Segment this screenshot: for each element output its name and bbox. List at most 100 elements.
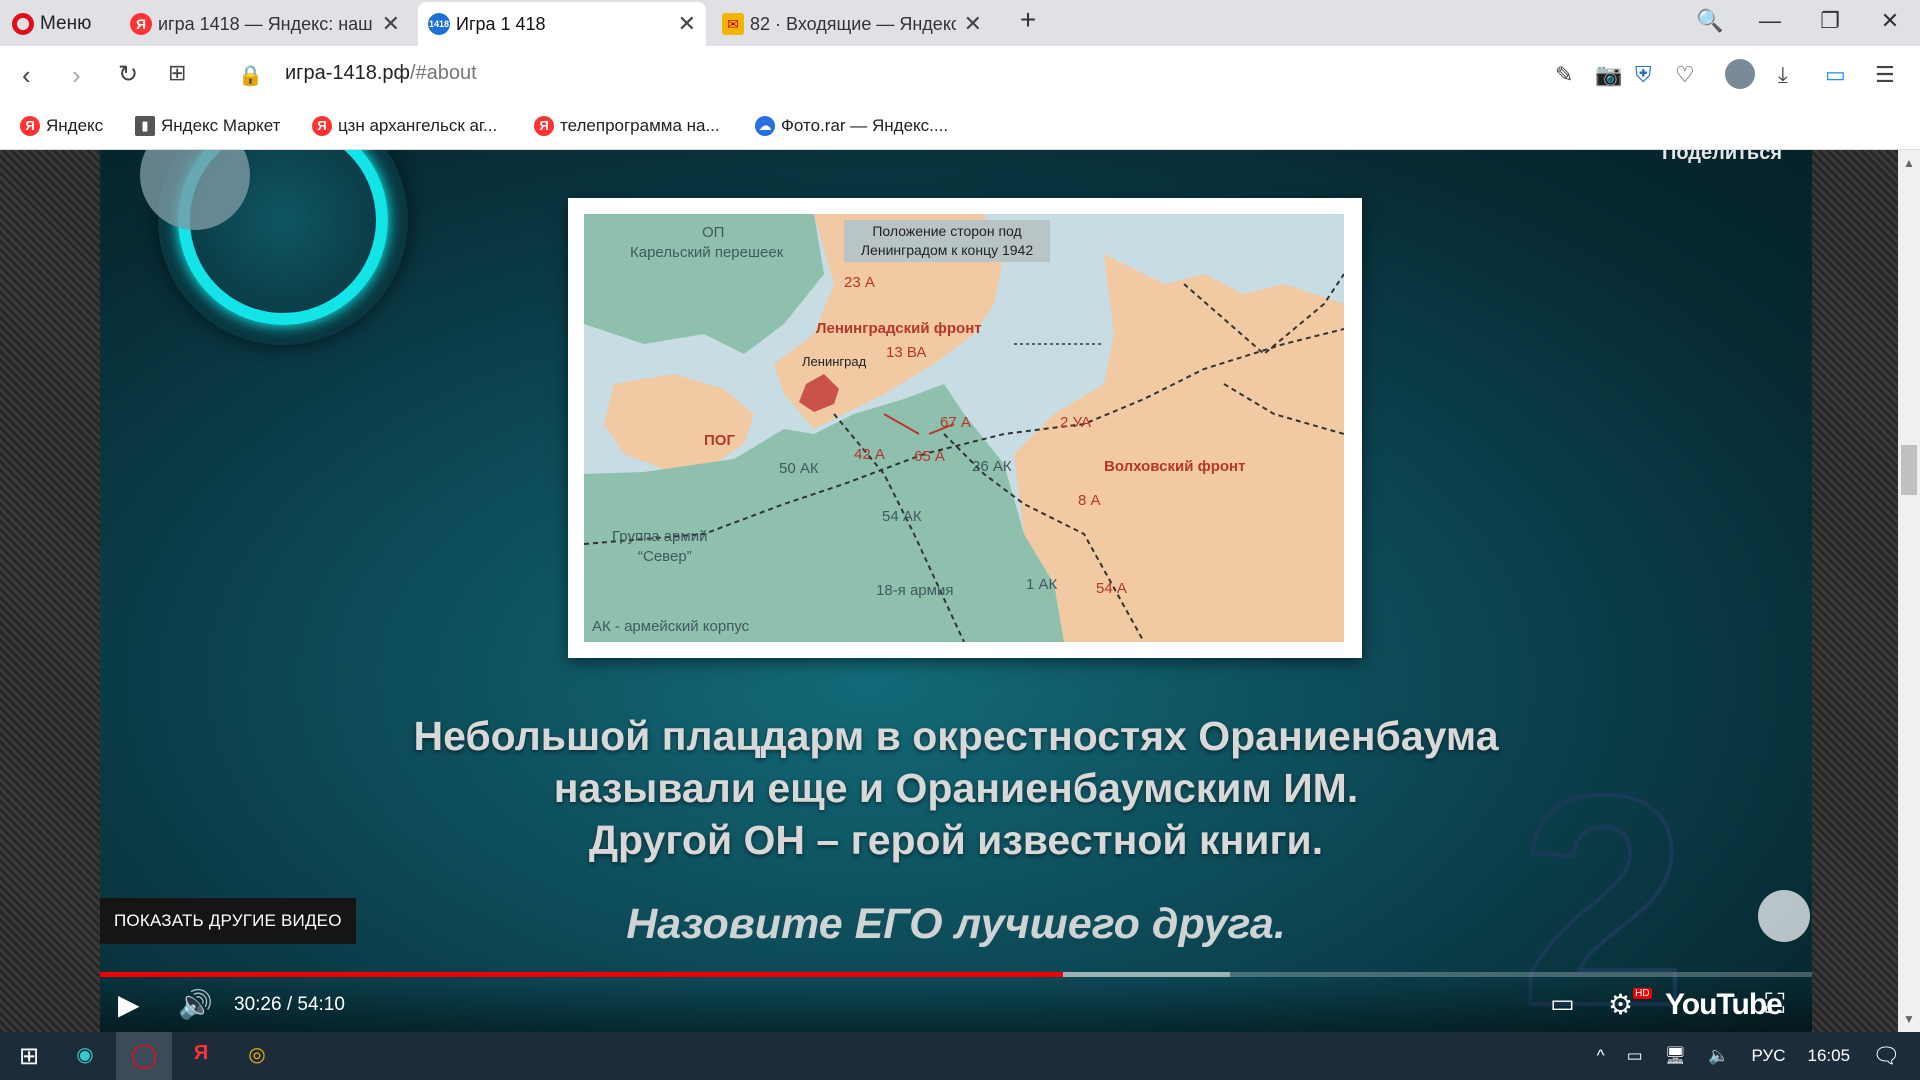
bookmarks-bar: Я Яндекс ▮ Яндекс Маркет Я цзн архангель…	[0, 104, 1920, 150]
minimize-icon[interactable]: —	[1755, 8, 1785, 34]
scroll-down-icon[interactable]: ▼	[1903, 1012, 1915, 1026]
map-label-group-north-1: Группа армий	[612, 528, 708, 545]
scroll-up-icon[interactable]: ▲	[1903, 156, 1915, 170]
windows-start-icon[interactable]: ⊞	[14, 1042, 44, 1072]
map-label-54ak: 54 АК	[882, 508, 922, 525]
language-indicator[interactable]: РУС	[1751, 1046, 1785, 1066]
speed-dial-icon[interactable]: ⊞	[168, 60, 186, 86]
easy-setup-icon[interactable]: ☰	[1875, 62, 1895, 88]
video-caption: Небольшой плацдарм в окрестностях Орание…	[100, 710, 1812, 866]
speaker-icon[interactable]: 🔈	[1708, 1046, 1729, 1066]
tab-yandex-mail[interactable]: ✉ 82 · Входящие — Яндекс П ✕	[712, 2, 992, 46]
play-icon[interactable]: ▶	[118, 988, 140, 1021]
forward-icon[interactable]: ›	[72, 60, 81, 91]
shield-icon[interactable]: ⛨	[1635, 62, 1652, 88]
close-tab-icon[interactable]: ✕	[382, 11, 400, 37]
map-image: Положение сторон под Ленинградом к концу…	[568, 198, 1362, 658]
caption-line-1: Небольшой плацдарм в окрестностях Орание…	[413, 713, 1499, 759]
bookmark-label: Яндекс	[46, 116, 104, 135]
url-path: /#about	[410, 62, 477, 84]
reload-icon[interactable]: ↻	[118, 60, 138, 89]
bookmark-foto-rar[interactable]: ☁ Фото.rar — Яндекс....	[755, 116, 948, 136]
battery-saver-icon[interactable]: ▭	[1825, 62, 1846, 88]
opera-menu-button[interactable]: Меню	[12, 12, 91, 36]
tray-arrow-icon[interactable]: ^	[1597, 1046, 1605, 1066]
map-label-26ak: 26 АК	[972, 458, 1012, 475]
bookmark-yandex-market[interactable]: ▮ Яндекс Маркет	[135, 116, 280, 136]
map-label-karelian: Карельский перешеек	[630, 244, 784, 261]
page-scrollbar[interactable]: ▲ ▼	[1898, 150, 1920, 1032]
caption-line-2: называли еще и Ораниенбаумским ИМ.	[553, 765, 1359, 811]
tab-bar: Меню Я игра 1418 — Яндекс: наш ✕ 1418 Иг…	[0, 0, 1920, 46]
back-icon[interactable]: ‹	[22, 60, 31, 91]
bookmark-label: цзн архангельск аг...	[338, 116, 498, 135]
edge-icon[interactable]: ◉	[70, 1042, 100, 1072]
settings-icon[interactable]: ⚙ HD	[1608, 988, 1652, 1021]
fullscreen-icon[interactable]: ⛶	[1765, 988, 1785, 1021]
subtitles-icon[interactable]: ▭	[1550, 988, 1575, 1019]
video-player[interactable]: Поделиться Положение сторон под Ленингра…	[100, 150, 1812, 1032]
show-other-videos-button[interactable]: ПОКАЗАТЬ ДРУГИЕ ВИДЕО	[100, 898, 356, 944]
video-question: Назовите ЕГО лучшего друга.	[626, 900, 1286, 948]
address-bar: ‹ › ↻ ⊞ 🔒 игра-1418.рф/#about ✎ 📷 ⛨ ♡ ⤓ …	[0, 46, 1920, 104]
bookmark-yandex[interactable]: Я Яндекс	[20, 116, 103, 136]
download-icon[interactable]: ⤓	[1778, 62, 1788, 88]
bookmark-teleprogramma[interactable]: Я телепрограмма на...	[534, 116, 720, 136]
map-label-len-front: Ленинградский фронт	[816, 320, 982, 337]
new-tab-button[interactable]: +	[1013, 4, 1043, 36]
map-label-group-north-2: “Север”	[638, 548, 692, 565]
avatar-icon[interactable]	[1725, 59, 1755, 89]
bookmark-label: телепрограмма на...	[560, 116, 720, 135]
progress-bar[interactable]	[100, 972, 1812, 977]
tab-title: игра 1418 — Яндекс: наш	[158, 13, 373, 34]
map-label-pog: ПОГ	[704, 432, 735, 449]
map-label-67a: 67 А	[940, 414, 971, 431]
volume-icon[interactable]: 🔊	[178, 988, 213, 1021]
snapshot-edit-icon[interactable]: ✎	[1555, 62, 1573, 88]
tab-igra-1418[interactable]: 1418 Игра 1 418 ✕	[418, 2, 706, 46]
camera-icon[interactable]: 📷	[1595, 62, 1622, 88]
close-window-icon[interactable]: ✕	[1875, 8, 1905, 34]
map-title: Положение сторон под Ленинградом к концу…	[844, 220, 1050, 262]
time-display: 30:26 / 54:10	[234, 994, 345, 1016]
clock[interactable]: 16:05	[1808, 1046, 1851, 1066]
share-button[interactable]: Поделиться	[1662, 150, 1782, 165]
progress-played	[100, 972, 1063, 977]
mail-favicon-icon: ✉	[722, 13, 744, 35]
map-label-42a: 42 А	[854, 446, 885, 463]
yandex-favicon-icon: Я	[312, 116, 332, 136]
tab-yandex-search[interactable]: Я игра 1418 — Яндекс: наш ✕	[120, 2, 410, 46]
map-legend: АК - армейский корпус	[592, 618, 750, 635]
yandex-browser-icon[interactable]: Я	[186, 1042, 216, 1072]
igra-favicon-icon: 1418	[428, 13, 450, 35]
tab-title: Игра 1 418	[456, 13, 546, 34]
map-label-50ak: 50 АК	[779, 460, 819, 477]
opera-taskbar-icon[interactable]: ◯	[116, 1032, 172, 1080]
restore-icon[interactable]: ❐	[1815, 8, 1845, 34]
url-host: игра-1418.рф	[285, 62, 410, 84]
chrome-icon[interactable]: ◎	[242, 1042, 272, 1072]
map-label-op: ОП	[702, 224, 725, 241]
search-tabs-icon[interactable]: 🔍	[1695, 8, 1725, 34]
page-icon: ▮	[135, 116, 155, 136]
heart-icon[interactable]: ♡	[1675, 62, 1695, 88]
leningrad-map: Положение сторон под Ленинградом к концу…	[584, 214, 1344, 642]
network-icon[interactable]: 🖥	[1665, 1046, 1687, 1066]
windows-taskbar: ⊞ ◉ ◯ Я ◎ ^ ▭ 🖥 🔈 РУС 16:05 🗨	[0, 1032, 1920, 1080]
url-field[interactable]: игра-1418.рф/#about	[285, 62, 477, 85]
bookmark-label: Яндекс Маркет	[161, 116, 281, 135]
close-tab-icon[interactable]: ✕	[964, 11, 982, 37]
time-total: 54:10	[297, 994, 345, 1015]
map-label-18-army: 18-я армия	[876, 582, 954, 599]
map-title-line1: Положение сторон под	[872, 223, 1022, 239]
map-label-54a: 54 А	[1096, 580, 1127, 597]
close-tab-icon[interactable]: ✕	[678, 11, 696, 37]
scroll-thumb[interactable]	[1901, 445, 1917, 495]
map-label-23a: 23 А	[844, 274, 875, 291]
map-label-volkhov-front: Волховский фронт	[1104, 458, 1246, 475]
map-label-leningrad: Ленинград	[802, 354, 867, 369]
notifications-icon[interactable]: 🗨	[1872, 1043, 1900, 1069]
battery-icon[interactable]: ▭	[1627, 1046, 1643, 1066]
player-controls: ▶ 🔊 30:26 / 54:10 ▭ ⚙ HD YouTube ⛶	[100, 980, 1812, 1032]
bookmark-czn[interactable]: Я цзн архангельск аг...	[312, 116, 497, 136]
